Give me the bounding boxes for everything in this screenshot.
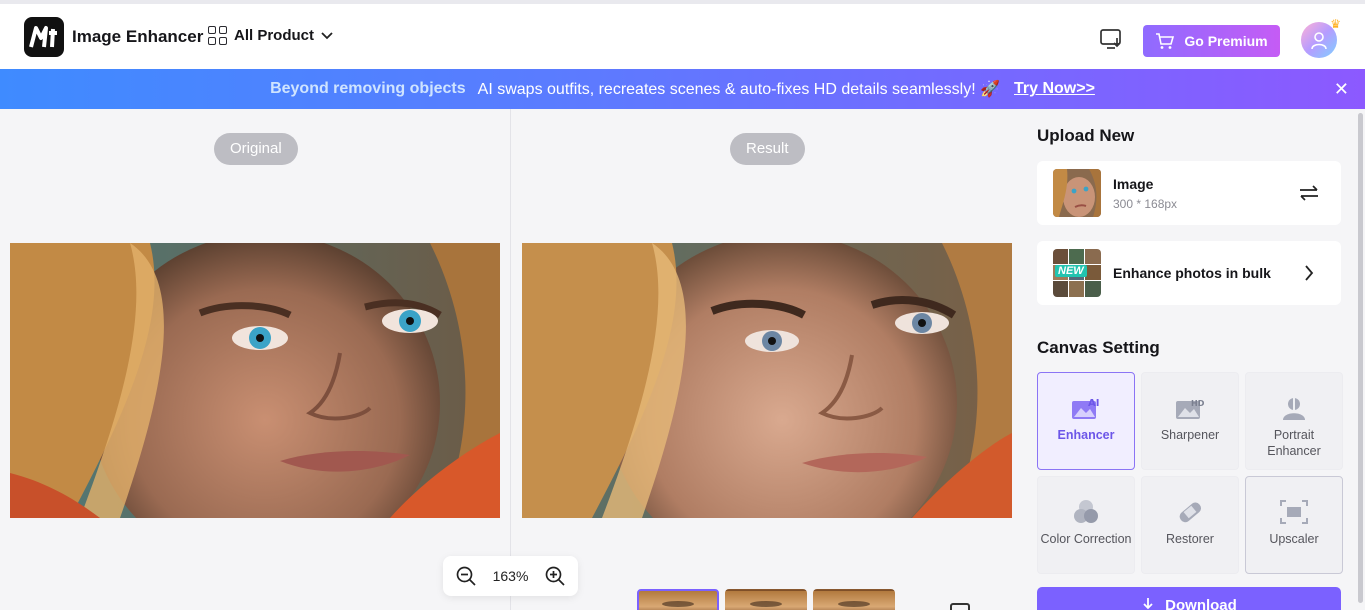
go-premium-button[interactable]: Go Premium <box>1143 25 1280 57</box>
tool-color-label: Color Correction <box>1040 532 1132 546</box>
desktop-download-icon[interactable] <box>1099 28 1123 50</box>
promo-banner: Beyond removing objects AI swaps outfits… <box>0 69 1365 109</box>
zoom-in-icon[interactable] <box>544 565 566 587</box>
chevron-down-icon <box>321 31 333 39</box>
tool-upscaler-label: Upscaler <box>1269 532 1319 546</box>
banner-bold-text: Beyond removing objects <box>270 80 466 97</box>
tool-enhancer-label: Enhancer <box>1057 428 1115 442</box>
close-icon[interactable]: ✕ <box>1334 79 1349 100</box>
replace-image-icon[interactable] <box>1297 183 1321 203</box>
compare-view-icon[interactable] <box>950 603 970 610</box>
ai-image-icon: AI <box>1072 398 1099 419</box>
zoom-out-icon[interactable] <box>455 565 477 587</box>
svg-text:HD: HD <box>1191 399 1205 408</box>
cart-icon <box>1156 33 1175 49</box>
tool-sharpener[interactable]: HD Sharpener <box>1141 372 1239 470</box>
go-premium-label: Go Premium <box>1184 33 1268 49</box>
logo-mark-icon <box>29 26 57 48</box>
grid-icon <box>208 26 227 45</box>
panel-scrollbar[interactable] <box>1358 113 1363 603</box>
download-button[interactable]: Download <box>1037 587 1341 610</box>
hd-image-icon: HD <box>1176 399 1205 419</box>
chevron-right-icon[interactable] <box>1297 263 1321 283</box>
bulk-collage-thumbnail: NEW <box>1053 249 1101 297</box>
history-thumbnails <box>637 589 895 610</box>
history-thumbnail[interactable] <box>813 589 895 610</box>
top-header: Image Enhancer All Product Go Premium ♛ <box>0 0 1365 69</box>
user-icon <box>1311 32 1327 50</box>
bulk-enhance-card[interactable]: NEW Enhance photos in bulk <box>1037 241 1341 305</box>
bulk-enhance-title: Enhance photos in bulk <box>1113 265 1271 281</box>
download-label: Download <box>1165 597 1237 610</box>
zoom-controls: 163% <box>443 556 578 596</box>
crown-icon: ♛ <box>1330 17 1341 31</box>
tool-upscaler[interactable]: Upscaler <box>1245 476 1343 574</box>
tool-restorer-label: Restorer <box>1166 532 1214 546</box>
upscale-icon <box>1280 500 1308 524</box>
settings-panel: Upload New Image 300 * 168px NEW Enhance… <box>1021 109 1365 610</box>
bandage-icon <box>1179 502 1202 523</box>
upload-new-title: Upload New <box>1037 126 1135 145</box>
tool-sharpener-label: Sharpener <box>1160 428 1220 442</box>
comparison-canvas: Original Result 163% <box>0 109 1021 610</box>
download-icon <box>1143 598 1153 610</box>
tool-color-correction[interactable]: Color Correction <box>1037 476 1135 574</box>
all-product-label: All Product <box>234 27 315 44</box>
svg-text:AI: AI <box>1088 398 1099 409</box>
zoom-level: 163% <box>492 568 529 584</box>
tool-portrait-enhancer[interactable]: Portrait Enhancer <box>1245 372 1343 470</box>
uploaded-image-card[interactable]: Image 300 * 168px <box>1037 161 1341 225</box>
color-circles-icon <box>1074 500 1098 523</box>
result-image <box>522 243 1012 518</box>
uploaded-image-thumbnail <box>1053 169 1101 217</box>
app-title[interactable]: Image Enhancer <box>72 27 203 47</box>
user-avatar[interactable]: ♛ <box>1301 17 1341 58</box>
new-badge: NEW <box>1055 265 1087 277</box>
banner-text: AI swaps outfits, recreates scenes & aut… <box>477 81 1000 98</box>
result-label: Result <box>730 133 805 165</box>
uploaded-image-title: Image <box>1113 176 1154 192</box>
original-image <box>10 243 500 518</box>
uploaded-image-size: 300 * 168px <box>1113 197 1178 211</box>
tool-enhancer[interactable]: AI Enhancer <box>1037 372 1135 470</box>
tool-grid: AI Enhancer HD Sharpener Portrait Enhanc… <box>1037 372 1343 574</box>
all-product-menu[interactable]: All Product <box>208 26 333 45</box>
portrait-icon <box>1283 398 1305 420</box>
original-label: Original <box>214 133 298 165</box>
tool-restorer[interactable]: Restorer <box>1141 476 1239 574</box>
try-now-link[interactable]: Try Now>> <box>1014 80 1095 98</box>
history-thumbnail[interactable] <box>637 589 719 610</box>
tool-portrait-label: Portrait Enhancer <box>1267 428 1321 458</box>
canvas-setting-title: Canvas Setting <box>1037 338 1160 357</box>
history-thumbnail[interactable] <box>725 589 807 610</box>
compare-divider[interactable] <box>510 109 511 610</box>
app-logo[interactable] <box>24 17 64 57</box>
